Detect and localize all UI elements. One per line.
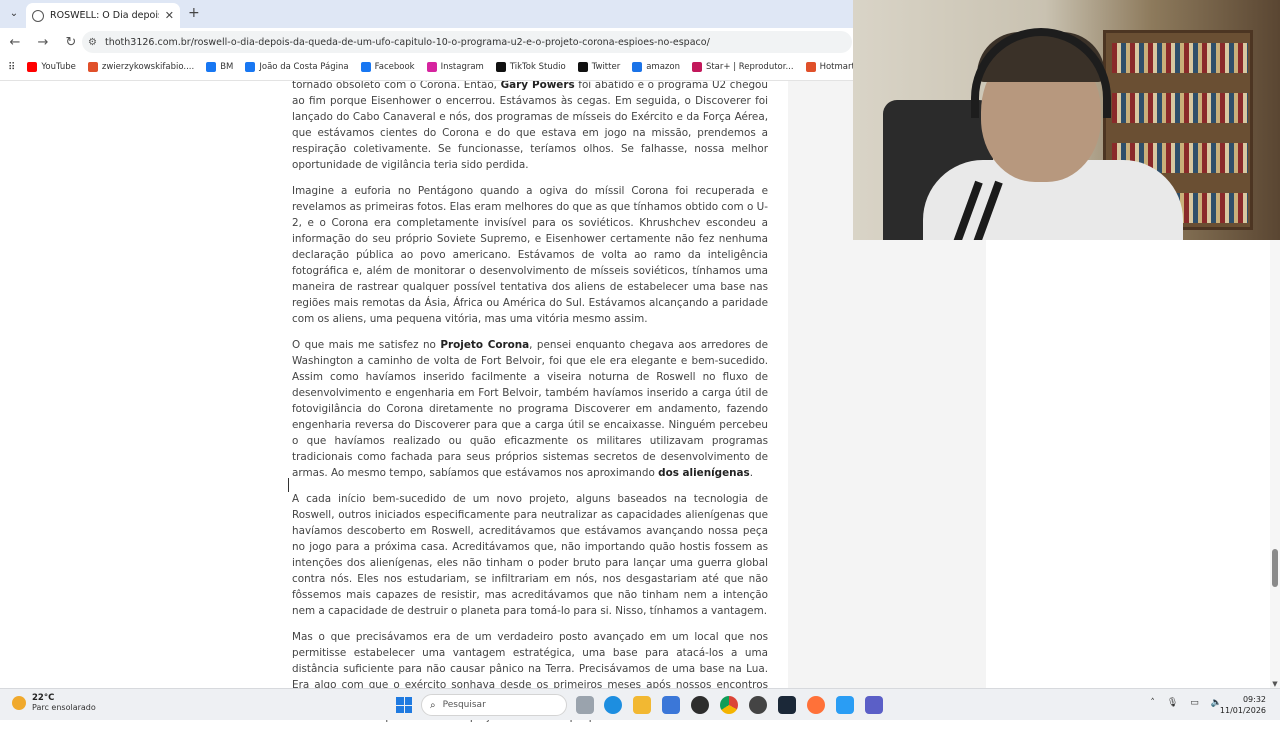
scrollbar-thumb[interactable] — [1272, 549, 1278, 587]
tiktok-icon — [495, 62, 506, 72]
paragraph-text: A cada início bem-sucedido de um novo pr… — [292, 493, 768, 617]
chrome-icon[interactable] — [720, 696, 738, 714]
bookmark-label: Facebook — [374, 62, 415, 72]
bookmark-label: Hotmart - Minhas c... — [819, 62, 853, 72]
bookmark-item[interactable]: Twitter — [577, 62, 621, 72]
bookmark-item[interactable]: João da Costa Página — [245, 62, 349, 72]
amazon-icon — [632, 62, 643, 72]
clock[interactable]: 09:32 11/01/2026 — [1220, 694, 1266, 716]
browser-chrome: ⌄ ROSWELL: O Dia depois da que ✕ + ← → ↻… — [0, 0, 853, 81]
system-tray: ˄ 🎙 ▭ 🔈 — [1150, 698, 1222, 708]
paragraph-text: O que mais me satisfez no — [292, 339, 441, 351]
forward-arrow-icon[interactable]: → — [36, 35, 50, 50]
bookmark-item[interactable]: zwierzykowskifabio.... — [87, 62, 195, 72]
meta-icon — [206, 62, 217, 72]
bold-text: dos alienígenas — [658, 467, 750, 479]
weather-condition: Parc ensolarado — [32, 703, 96, 712]
bookmark-item[interactable]: Star+ | Reprodutor... — [691, 62, 794, 72]
sun-icon — [12, 695, 26, 710]
search-icon: ⌕ — [430, 699, 436, 711]
bookmark-label: Star+ | Reprodutor... — [705, 62, 794, 72]
taskbar-search[interactable]: ⌕ Pesquisar — [421, 694, 567, 716]
file-explorer-icon[interactable] — [633, 696, 651, 714]
tab-strip: ⌄ ROSWELL: O Dia depois da que ✕ + — [0, 0, 853, 28]
firefox-icon[interactable] — [807, 696, 825, 714]
facebook-icon — [360, 62, 371, 72]
edge-icon[interactable] — [604, 696, 622, 714]
bold-text: Projeto Corona — [440, 339, 530, 351]
clock-time: 09:32 — [1242, 695, 1266, 704]
weather-temp: 22°C — [32, 693, 55, 703]
bookmark-label: zwierzykowskifabio.... — [101, 62, 195, 72]
obs-icon[interactable] — [749, 696, 767, 714]
paragraph-text: , pensei enquanto chegava aos arredores … — [292, 339, 768, 479]
flame-icon — [87, 62, 98, 72]
globe-icon — [32, 9, 44, 22]
tab-roswell[interactable]: ROSWELL: O Dia depois da que ✕ — [26, 3, 180, 28]
bookmark-item[interactable]: Facebook — [360, 62, 415, 72]
site-info-icon[interactable]: ⚙ — [88, 37, 97, 48]
close-tab-icon[interactable]: ✕ — [165, 9, 174, 22]
article-paragraph: O que mais me satisfez no Projeto Corona… — [292, 337, 768, 481]
url-text[interactable]: thoth3126.com.br/roswell-o-dia-depois-da… — [105, 37, 710, 48]
app-icon[interactable] — [691, 696, 709, 714]
webcam-overlay — [853, 0, 1280, 240]
bookmark-item[interactable]: Instagram — [426, 62, 484, 72]
bookmark-item[interactable]: amazon — [632, 62, 680, 72]
bookmark-label: YouTube — [41, 62, 76, 72]
bookmark-item[interactable]: BM — [206, 62, 233, 72]
bookmark-label: João da Costa Página — [259, 62, 349, 72]
clock-date: 11/01/2026 — [1219, 706, 1266, 715]
bookmark-item[interactable]: Hotmart - Minhas c... — [805, 62, 853, 72]
x-icon — [577, 62, 588, 72]
star-icon — [691, 62, 702, 72]
tab-search-button[interactable]: ⌄ — [6, 6, 22, 22]
reload-icon[interactable]: ↻ — [64, 35, 78, 50]
search-placeholder: Pesquisar — [442, 700, 486, 710]
address-bar[interactable]: ⚙ thoth3126.com.br/roswell-o-dia-depois-… — [82, 31, 852, 53]
book-row — [1112, 43, 1248, 73]
microphone-icon[interactable]: 🎙 — [1167, 698, 1178, 708]
article-body: tornado obsoleto com o Corona. Então, Ga… — [292, 77, 768, 735]
taskbar: 22°C Parc ensolarado ⌕ Pesquisar ˄ 🎙 ▭ 🔈… — [0, 688, 1280, 720]
steam-icon[interactable] — [778, 696, 796, 714]
bookmarks-bar: ⠿ YouTube zwierzykowskifabio.... BM João da… — [0, 57, 853, 77]
tab-title: ROSWELL: O Dia depois da que — [50, 10, 159, 21]
instagram-icon — [426, 62, 437, 72]
new-tab-button[interactable]: + — [188, 5, 200, 21]
bookmark-label: TikTok Studio — [509, 62, 566, 72]
youtube-icon — [27, 62, 38, 72]
chevron-up-icon[interactable]: ˄ — [1150, 698, 1155, 708]
bookmark-item[interactable]: YouTube — [27, 62, 76, 72]
weather-widget[interactable]: 22°C Parc ensolarado — [12, 693, 96, 712]
paragraph-text: Imagine a euforia no Pentágono quando a … — [292, 185, 768, 325]
facebook-icon — [245, 62, 256, 72]
apps-icon[interactable]: ⠿ — [8, 62, 15, 73]
text-cursor — [288, 478, 290, 492]
book-row — [1112, 93, 1248, 123]
windows-start-icon[interactable] — [396, 697, 412, 713]
network-icon[interactable]: ▭ — [1190, 698, 1199, 708]
paragraph-text: foi abatido e o programa U2 chegou ao fi… — [292, 79, 769, 171]
back-arrow-icon[interactable]: ← — [8, 35, 22, 50]
article-paragraph: tornado obsoleto com o Corona. Então, Ga… — [292, 77, 768, 173]
flame-icon — [805, 62, 816, 72]
article-paragraph: A cada início bem-sucedido de um novo pr… — [292, 491, 768, 619]
bookmark-label: amazon — [646, 62, 680, 72]
bookmark-label: Instagram — [440, 62, 484, 72]
bookmark-label: Twitter — [591, 62, 621, 72]
bookmark-item[interactable]: TikTok Studio — [495, 62, 566, 72]
app-icon-2[interactable] — [836, 696, 854, 714]
store-icon[interactable] — [662, 696, 680, 714]
scroll-down-arrow[interactable]: ▼ — [1270, 680, 1280, 688]
paragraph-text: . — [749, 467, 754, 479]
article-paragraph: Imagine a euforia no Pentágono quando a … — [292, 183, 768, 327]
teams-icon[interactable] — [865, 696, 883, 714]
bookmark-label: BM — [220, 62, 234, 72]
task-view-icon[interactable] — [576, 696, 594, 714]
